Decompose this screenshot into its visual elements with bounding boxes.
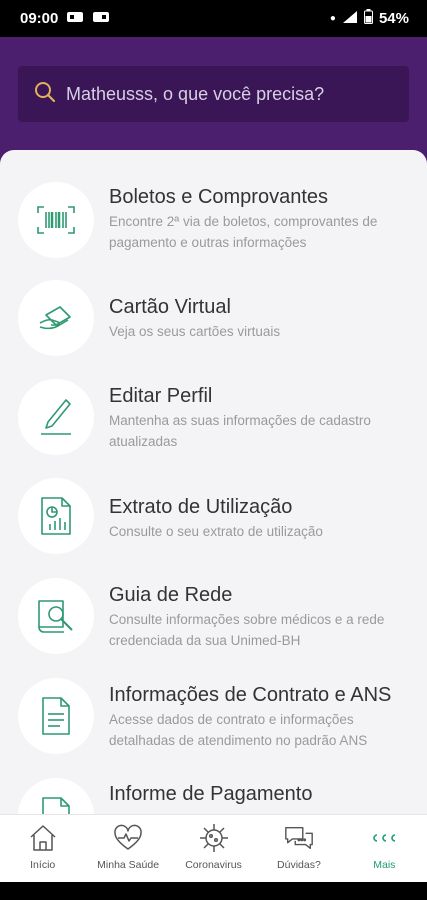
menu-item-description: Encontre 2ª via de boletos, comprovantes… [109,214,378,250]
nav-label: Dúvidas? [277,859,321,871]
virus-icon [198,823,230,853]
menu-item-editar-perfil[interactable]: Editar Perfil Mantenha as suas informaçõ… [0,378,427,478]
menu-item-description: Mantenha as suas informações de cadastro… [109,413,371,449]
menu-item-description: Consulte informações sobre médicos e a r… [109,612,385,648]
menu-item-guia-de-rede[interactable]: Guia de Rede Consulte informações sobre … [0,578,427,678]
card-hand-icon [18,280,94,356]
bottom-navigation: Início Minha Saúde Coronavirus Dúvidas? … [0,814,427,882]
menu-item-title: Guia de Rede [109,584,233,606]
notification-icon-2 [92,10,110,28]
menu-sheet: Boletos e Comprovantes Encontre 2ª via d… [0,150,427,814]
notification-icon [66,10,84,28]
chat-bubbles-icon [283,823,315,853]
document-icon [18,778,94,814]
nav-mais[interactable]: Mais [342,815,427,882]
menu-item-description: Veja os seus cartões virtuais [109,324,281,339]
menu-item-description: Acesse dados de contrato e informações d… [109,712,368,748]
menu-item-title: Informações de Contrato e ANS [109,684,392,706]
pen-icon [18,379,94,455]
barcode-icon [18,182,94,258]
status-bar: 09:00 ● 54% [0,0,427,37]
nav-inicio[interactable]: Início [0,815,85,882]
nav-minha-saude[interactable]: Minha Saúde [85,815,170,882]
menu-item-extrato[interactable]: Extrato de Utilização Consulte o seu ext… [0,478,427,578]
menu-item-title: Extrato de Utilização [109,496,293,518]
menu-item-title: Boletos e Comprovantes [109,186,329,208]
nav-label: Mais [373,859,396,871]
search-bar[interactable]: Matheusss, o que você precisa? [18,66,409,122]
menu-item-informe-pagamento[interactable]: Informe de Pagamento [0,778,427,814]
system-navigation-bar [0,882,427,900]
status-time: 09:00 [20,10,59,27]
book-search-icon [18,578,94,654]
nav-coronavirus[interactable]: Coronavirus [171,815,256,882]
battery-icon [363,9,373,28]
menu-item-cartao-virtual[interactable]: Cartão Virtual Veja os seus cartões virt… [0,278,427,378]
menu-item-title: Cartão Virtual [109,296,231,318]
more-icon [368,823,400,853]
nav-label: Minha Saúde [97,859,160,871]
signal-icon [342,10,358,28]
nav-label: Coronavirus [185,859,242,871]
search-icon [34,81,56,108]
battery-percent: 54% [378,10,409,27]
heart-pulse-icon [112,823,144,853]
home-icon [27,823,59,853]
nav-duvidas[interactable]: Dúvidas? [256,815,341,882]
document-icon [18,678,94,754]
report-chart-icon [18,478,94,554]
dot-icon: ● [329,13,336,24]
menu-item-contrato-ans[interactable]: Informações de Contrato e ANS Acesse dad… [0,678,427,778]
nav-label: Início [30,859,56,871]
search-input[interactable]: Matheusss, o que você precisa? [66,84,324,105]
menu-item-title: Editar Perfil [109,385,213,407]
menu-item-boletos[interactable]: Boletos e Comprovantes Encontre 2ª via d… [0,178,427,278]
menu-item-title: Informe de Pagamento [109,783,313,805]
menu-item-description: Consulte o seu extrato de utilização [109,524,323,539]
